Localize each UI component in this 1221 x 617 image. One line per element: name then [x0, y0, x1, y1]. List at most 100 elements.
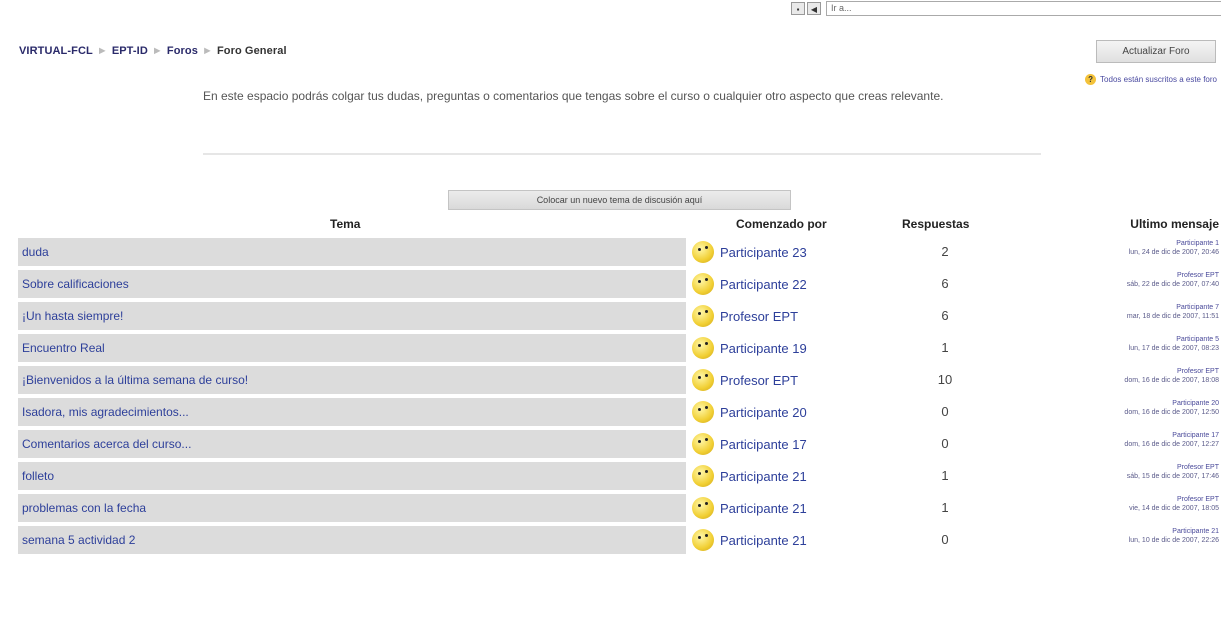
replies-link[interactable]: 1 — [870, 334, 1020, 362]
avatar[interactable] — [692, 497, 714, 519]
author-link[interactable]: Profesor EPT — [720, 373, 798, 388]
save-icon[interactable]: ▪ — [791, 2, 805, 15]
replies-link[interactable]: 10 — [870, 366, 1020, 394]
last-post-date[interactable]: lun, 17 de dic de 2007, 08:23 — [1019, 344, 1219, 353]
last-post-date[interactable]: sáb, 22 de dic de 2007, 07:40 — [1019, 280, 1219, 289]
replies-link[interactable]: 6 — [870, 302, 1020, 330]
author-link[interactable]: Profesor EPT — [720, 309, 798, 324]
jump-to-select[interactable]: Ir a... ▼ ▶ — [826, 1, 1221, 16]
topic-link[interactable]: ¡Bienvenidos a la última semana de curso… — [18, 366, 686, 394]
table-row: Sobre calificaciones Participante 22 6 Prof… — [0, 269, 1221, 301]
author-cell: Participante 21 — [692, 494, 870, 522]
author-link[interactable]: Participante 21 — [720, 501, 807, 516]
jump-to-placeholder: Ir a... — [831, 3, 852, 13]
last-post-date[interactable]: sáb, 15 de dic de 2007, 17:46 — [1019, 472, 1219, 481]
last-post-author[interactable]: Participante 20 — [1019, 399, 1219, 408]
replies-link[interactable]: 1 — [870, 462, 1020, 490]
avatar[interactable] — [692, 369, 714, 391]
replies-link[interactable]: 0 — [870, 430, 1020, 458]
breadcrumb-separator: ► — [96, 45, 108, 57]
table-row: problemas con la fecha Participante 21 1 Pr… — [0, 493, 1221, 525]
table-row: folleto Participante 21 1 Profesor EPT sáb, … — [0, 461, 1221, 493]
breadcrumb: VIRTUAL-FCL ► EPT-ID ► Foros ► Foro General — [19, 45, 287, 57]
last-post-author[interactable]: Participante 1 — [1019, 239, 1219, 248]
author-cell: Participante 20 — [692, 398, 870, 426]
help-icon[interactable]: ? — [1085, 74, 1097, 85]
last-post: Profesor EPT sáb, 22 de dic de 2007, 07:4… — [1019, 271, 1219, 289]
author-cell: Participante 22 — [692, 270, 870, 298]
last-post-author[interactable]: Participante 5 — [1019, 335, 1219, 344]
author-link[interactable]: Participante 23 — [720, 245, 807, 260]
last-post-author[interactable]: Participante 17 — [1019, 431, 1219, 440]
author-link[interactable]: Participante 17 — [720, 437, 807, 452]
author-link[interactable]: Participante 19 — [720, 341, 807, 356]
table-row: semana 5 actividad 2 Participante 21 0 Part… — [0, 525, 1221, 557]
last-post: Profesor EPT dom, 16 de dic de 2007, 18:0… — [1019, 367, 1219, 385]
previous-arrow-icon[interactable]: ◀ — [807, 2, 821, 15]
update-forum-button[interactable]: Actualizar Foro — [1096, 40, 1216, 63]
table-row: Isadora, mis agradecimientos... Participa… — [0, 397, 1221, 429]
breadcrumb-separator: ► — [151, 45, 163, 57]
last-post-author[interactable]: Participante 21 — [1019, 527, 1219, 536]
avatar[interactable] — [692, 273, 714, 295]
avatar[interactable] — [692, 465, 714, 487]
last-post-author[interactable]: Profesor EPT — [1019, 367, 1219, 376]
avatar[interactable] — [692, 241, 714, 263]
author-link[interactable]: Participante 22 — [720, 277, 807, 292]
avatar[interactable] — [692, 305, 714, 327]
breadcrumb-virtual-fcl[interactable]: VIRTUAL-FCL — [19, 45, 93, 57]
author-link[interactable]: Participante 20 — [720, 405, 807, 420]
last-post-date[interactable]: dom, 16 de dic de 2007, 18:08 — [1019, 376, 1219, 385]
avatar[interactable] — [692, 401, 714, 423]
avatar[interactable] — [692, 337, 714, 359]
replies-link[interactable]: 0 — [870, 526, 1020, 554]
header-ultimo-mensaje: Ultimo mensaje — [1130, 217, 1219, 231]
last-post-author[interactable]: Profesor EPT — [1019, 495, 1219, 504]
topic-link[interactable]: Encuentro Real — [18, 334, 686, 362]
author-cell: Participante 21 — [692, 526, 870, 554]
avatar[interactable] — [692, 433, 714, 455]
last-post: Profesor EPT vie, 14 de dic de 2007, 18:0… — [1019, 495, 1219, 513]
last-post: Participante 7 mar, 18 de dic de 2007, 11… — [1019, 303, 1219, 321]
table-row: duda Participante 23 2 Participante 1 lun, 2… — [0, 237, 1221, 269]
topic-link[interactable]: semana 5 actividad 2 — [18, 526, 686, 554]
last-post: Participante 21 lun, 10 de dic de 2007, 2… — [1019, 527, 1219, 545]
author-cell: Participante 23 — [692, 238, 870, 266]
topic-link[interactable]: Sobre calificaciones — [18, 270, 686, 298]
topic-link[interactable]: folleto — [18, 462, 686, 490]
author-cell: Profesor EPT — [692, 302, 870, 330]
replies-link[interactable]: 2 — [870, 238, 1020, 266]
last-post-author[interactable]: Participante 7 — [1019, 303, 1219, 312]
author-cell: Profesor EPT — [692, 366, 870, 394]
author-link[interactable]: Participante 21 — [720, 469, 807, 484]
topic-link[interactable]: ¡Un hasta siempre! — [18, 302, 686, 330]
breadcrumb-foros[interactable]: Foros — [167, 45, 198, 57]
replies-link[interactable]: 6 — [870, 270, 1020, 298]
table-row: Comentarios acerca del curso... Participa… — [0, 429, 1221, 461]
topic-link[interactable]: problemas con la fecha — [18, 494, 686, 522]
subscription-text[interactable]: Todos están suscritos a este foro — [1100, 75, 1217, 84]
author-link[interactable]: Participante 21 — [720, 533, 807, 548]
breadcrumb-separator: ► — [201, 45, 213, 57]
author-cell: Participante 21 — [692, 462, 870, 490]
last-post-date[interactable]: mar, 18 de dic de 2007, 11:51 — [1019, 312, 1219, 321]
last-post-date[interactable]: vie, 14 de dic de 2007, 18:05 — [1019, 504, 1219, 513]
author-cell: Participante 17 — [692, 430, 870, 458]
replies-link[interactable]: 1 — [870, 494, 1020, 522]
last-post-date[interactable]: lun, 24 de dic de 2007, 20:46 — [1019, 248, 1219, 257]
topic-link[interactable]: Isadora, mis agradecimientos... — [18, 398, 686, 426]
subscription-notice[interactable]: ? Todos están suscritos a este foro — [1085, 74, 1217, 85]
last-post-author[interactable]: Profesor EPT — [1019, 271, 1219, 280]
last-post-date[interactable]: dom, 16 de dic de 2007, 12:50 — [1019, 408, 1219, 417]
topic-link[interactable]: duda — [18, 238, 686, 266]
last-post-date[interactable]: dom, 16 de dic de 2007, 12:27 — [1019, 440, 1219, 449]
breadcrumb-ept-id[interactable]: EPT-ID — [112, 45, 148, 57]
avatar[interactable] — [692, 529, 714, 551]
topic-link[interactable]: Comentarios acerca del curso... — [18, 430, 686, 458]
new-topic-button[interactable]: Colocar un nuevo tema de discusión aquí — [448, 190, 791, 210]
replies-link[interactable]: 0 — [870, 398, 1020, 426]
table-row: Encuentro Real Participante 19 1 Participan… — [0, 333, 1221, 365]
last-post-date[interactable]: lun, 10 de dic de 2007, 22:26 — [1019, 536, 1219, 545]
last-post: Participante 17 dom, 16 de dic de 2007, 1… — [1019, 431, 1219, 449]
last-post-author[interactable]: Profesor EPT — [1019, 463, 1219, 472]
